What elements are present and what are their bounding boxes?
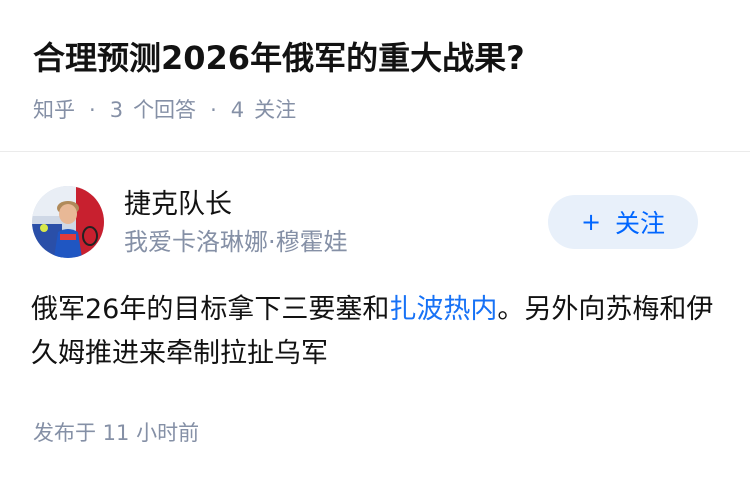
- separator-dot: ·: [210, 98, 217, 122]
- follower-count: 4: [230, 98, 245, 122]
- source-label[interactable]: 知乎: [33, 94, 75, 126]
- author-bio: 我爱卡洛琳娜·穆霍娃: [124, 228, 348, 256]
- answer-count: 3: [109, 98, 124, 122]
- answer-timestamp: 发布于 11 小时前: [33, 421, 200, 445]
- question-header: 合理预测2026年俄军的重大战果? 知乎 · 3 个回答 · 4 关注: [0, 0, 750, 152]
- answer-card: 捷克队长 我爱卡洛琳娜·穆霍娃 + 关注 俄军26年的目标拿下三要塞和扎波热内。…: [0, 153, 750, 486]
- answer-content: 俄军26年的目标拿下三要塞和扎波热内。另外向苏梅和伊久姆推进来牵制拉扯乌军: [31, 288, 721, 376]
- follow-button-label: 关注: [615, 209, 666, 238]
- answer-topic-link[interactable]: 扎波热内: [389, 294, 497, 325]
- question-meta: 知乎 · 3 个回答 · 4 关注: [33, 94, 296, 126]
- question-title[interactable]: 合理预测2026年俄军的重大战果?: [33, 36, 525, 80]
- avatar[interactable]: [32, 186, 104, 258]
- author-name[interactable]: 捷克队长: [124, 186, 232, 224]
- follower-count-label[interactable]: 关注: [254, 94, 296, 126]
- avatar-image: [32, 186, 104, 258]
- follow-button[interactable]: + 关注: [548, 195, 698, 249]
- answer-count-label[interactable]: 个回答: [133, 94, 196, 126]
- answer-text: 俄军26年的目标拿下三要塞和: [31, 294, 390, 325]
- separator-dot: ·: [89, 98, 96, 122]
- plus-icon: +: [580, 208, 602, 236]
